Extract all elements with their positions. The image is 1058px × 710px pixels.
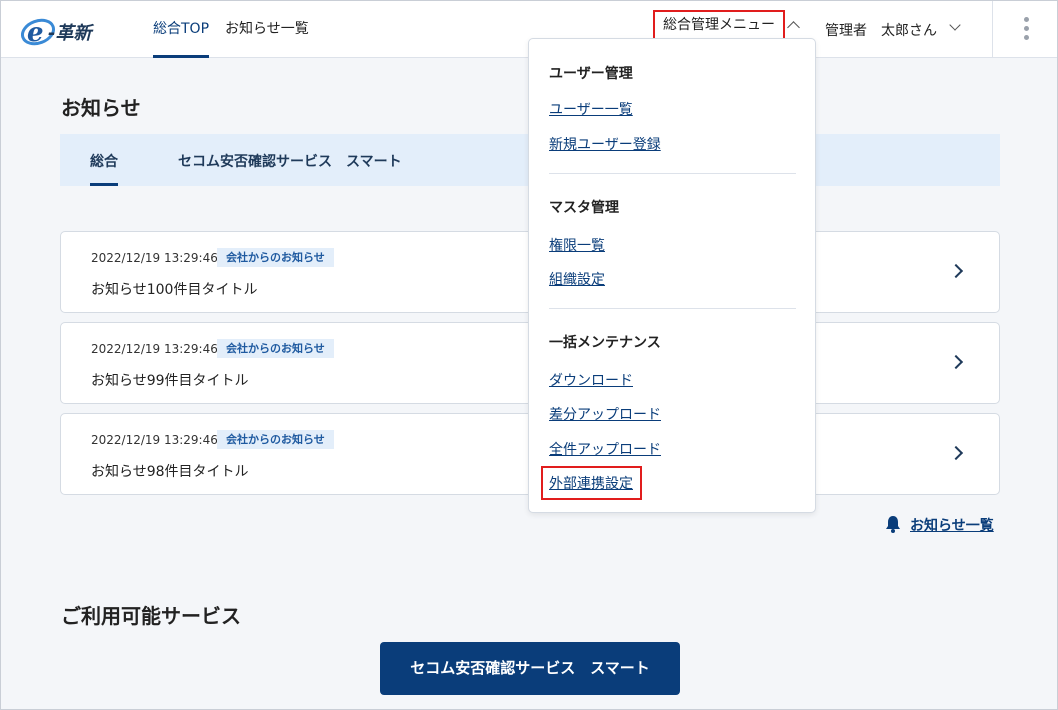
news-title: お知らせ99件目タイトル — [91, 373, 249, 389]
bell-icon — [886, 516, 900, 533]
tab-secom-smart[interactable]: セコム安否確認サービス スマート — [178, 151, 402, 171]
news-date: 2022/12/19 13:29:46 — [91, 342, 218, 356]
svg-text:e: e — [27, 18, 44, 48]
header-divider — [992, 1, 993, 58]
nav-news-list[interactable]: お知らせ一覧 — [225, 1, 309, 58]
news-list-link-label[interactable]: お知らせ一覧 — [910, 515, 994, 535]
news-category-badge: 会社からのお知らせ — [217, 248, 334, 267]
menu-link-download[interactable]: ダウンロード — [549, 370, 633, 390]
svg-text:-革新: -革新 — [48, 23, 94, 44]
news-title: お知らせ100件目タイトル — [91, 282, 258, 298]
chevron-down-icon[interactable] — [949, 19, 961, 31]
e-kakushin-logo[interactable]: e -革新 — [21, 12, 105, 48]
kebab-icon[interactable] — [1020, 17, 1032, 43]
group-heading-user-management: ユーザー管理 — [549, 66, 633, 82]
menu-link-diff-upload[interactable]: 差分アップロード — [549, 404, 661, 424]
admin-menu-dropdown: ユーザー管理 ユーザー一覧 新規ユーザー登録 マスタ管理 権限一覧 組織設定 一… — [528, 38, 816, 513]
group-heading-bulk-maintenance: 一括メンテナンス — [549, 335, 661, 351]
services-section-title: ご利用可能サービス — [61, 604, 241, 628]
menu-link-full-upload[interactable]: 全件アップロード — [549, 439, 661, 459]
menu-divider — [549, 308, 796, 309]
tab-sogo[interactable]: 総合 — [90, 151, 118, 186]
news-category-badge: 会社からのお知らせ — [217, 339, 334, 358]
user-role: 管理者 — [825, 23, 867, 39]
chevron-right-icon — [948, 263, 964, 279]
secom-smart-service-button[interactable]: セコム安否確認サービス スマート — [380, 642, 680, 695]
chevron-right-icon — [948, 354, 964, 370]
chevron-right-icon — [948, 445, 964, 461]
news-date: 2022/12/19 13:29:46 — [91, 433, 218, 447]
menu-link-permission-list[interactable]: 権限一覧 — [549, 235, 605, 255]
menu-link-user-list[interactable]: ユーザー一覧 — [549, 99, 633, 119]
news-category-badge: 会社からのお知らせ — [217, 430, 334, 449]
news-section-title: お知らせ — [61, 96, 141, 120]
menu-link-external-integration[interactable]: 外部連携設定 — [549, 473, 633, 493]
news-title: お知らせ98件目タイトル — [91, 464, 249, 480]
nav-sogo-top[interactable]: 総合TOP — [153, 1, 210, 58]
menu-link-org-settings[interactable]: 組織設定 — [549, 269, 605, 289]
user-name[interactable]: 太郎さん — [881, 20, 937, 40]
menu-divider — [549, 173, 796, 174]
admin-menu-button[interactable]: 総合管理メニュー — [653, 10, 785, 41]
chevron-up-icon[interactable] — [787, 21, 800, 34]
news-date: 2022/12/19 13:29:46 — [91, 251, 218, 265]
group-heading-master: マスタ管理 — [549, 200, 619, 216]
menu-link-new-user[interactable]: 新規ユーザー登録 — [549, 134, 661, 154]
